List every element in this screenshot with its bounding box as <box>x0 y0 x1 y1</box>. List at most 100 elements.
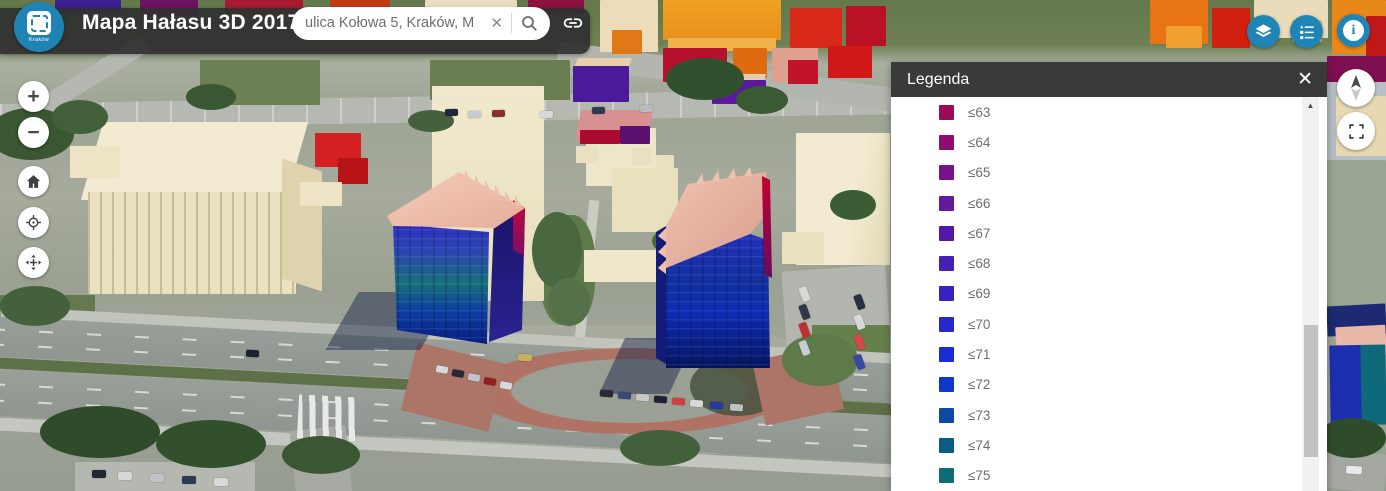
page-title: Mapa Hałasu 3D 2017 <box>82 0 299 46</box>
map-ground <box>297 394 361 441</box>
info-button[interactable]: i <box>1337 14 1370 47</box>
krakow-logo-icon <box>27 11 51 35</box>
search-icon[interactable] <box>512 15 540 32</box>
car <box>600 390 613 398</box>
home-icon <box>25 173 42 190</box>
info-icon: i <box>1343 20 1364 41</box>
legend-item-label: ≤64 <box>968 135 990 150</box>
fullscreen-icon <box>1348 123 1365 140</box>
legend-swatch <box>939 256 954 271</box>
map-building <box>338 158 368 184</box>
legend-item: ≤72 <box>891 370 1302 400</box>
zoom-out-button[interactable]: − <box>18 117 49 148</box>
share-link-icon[interactable] <box>556 11 590 35</box>
car <box>730 404 743 412</box>
map-building <box>1366 16 1386 60</box>
legend-item: ≤68 <box>891 248 1302 278</box>
legend-swatch <box>939 377 954 392</box>
scrollbar-thumb[interactable] <box>1304 325 1318 457</box>
legend-close-icon[interactable]: ✕ <box>1297 70 1313 89</box>
legend-item-label: ≤65 <box>968 165 990 180</box>
legend-swatch <box>939 165 954 180</box>
legend-swatch <box>939 347 954 362</box>
tree <box>156 420 266 468</box>
legend-swatch <box>939 196 954 211</box>
zoom-in-button[interactable]: + <box>18 81 49 112</box>
car <box>636 394 649 402</box>
clear-search-icon[interactable]: ✕ <box>482 14 511 32</box>
tree <box>282 436 360 474</box>
car <box>1346 465 1363 474</box>
car <box>92 470 106 478</box>
car <box>690 400 703 408</box>
krakow-logo: Kraków <box>14 2 64 52</box>
car <box>654 396 667 404</box>
layers-icon <box>1254 22 1273 41</box>
noise-building-right[interactable] <box>654 168 802 374</box>
map-building <box>632 148 651 165</box>
tree <box>52 100 108 134</box>
list-icon <box>1298 23 1316 41</box>
map-ground <box>1329 345 1386 426</box>
search-input[interactable]: ulica Kołowa 5, Kraków, M <box>305 15 482 31</box>
pan-button[interactable] <box>18 247 49 278</box>
map-ground <box>1327 160 1386 310</box>
legend-item: ≤75 <box>891 461 1302 491</box>
legend-item: ≤73 <box>891 400 1302 430</box>
minus-icon: − <box>27 121 39 145</box>
map-building <box>788 60 818 84</box>
car <box>540 111 553 118</box>
legend-swatch <box>939 135 954 150</box>
legend-item: ≤64 <box>891 127 1302 157</box>
map-building <box>790 8 842 48</box>
legend-scrollbar[interactable]: ▲ <box>1302 97 1319 491</box>
map-building <box>88 192 296 294</box>
plus-icon: + <box>27 85 39 109</box>
legend-item-label: ≤75 <box>968 468 990 483</box>
home-button[interactable] <box>18 166 49 197</box>
car <box>618 392 631 400</box>
car <box>150 474 164 482</box>
legend-item-label: ≤71 <box>968 347 990 362</box>
tree <box>736 86 788 114</box>
legend-item: ≤69 <box>891 279 1302 309</box>
map-building <box>282 159 322 292</box>
legend-item: ≤71 <box>891 339 1302 369</box>
legend-swatch <box>939 226 954 241</box>
legend-item: ≤67 <box>891 218 1302 248</box>
car <box>468 111 481 118</box>
legend-item-label: ≤67 <box>968 226 990 241</box>
legend-item-label: ≤63 <box>968 105 990 120</box>
car <box>672 398 685 406</box>
legend-swatch <box>939 317 954 332</box>
map-building <box>1212 8 1250 48</box>
pan-icon <box>25 254 42 271</box>
car <box>492 110 505 117</box>
tree <box>1318 418 1386 458</box>
compass-icon <box>1347 75 1365 101</box>
noise-building-left[interactable] <box>385 168 543 354</box>
map-building <box>576 146 598 163</box>
legend-item-label: ≤74 <box>968 438 990 453</box>
search-box[interactable]: ulica Kołowa 5, Kraków, M ✕ <box>292 7 550 40</box>
map-building <box>580 130 620 144</box>
fullscreen-button[interactable] <box>1337 112 1375 150</box>
tree <box>0 286 70 326</box>
legend-list-button[interactable] <box>1290 15 1323 48</box>
krakow-logo-text: Kraków <box>29 37 49 43</box>
legend-item-label: ≤68 <box>968 256 990 271</box>
scroll-up-icon[interactable]: ▲ <box>1302 97 1319 114</box>
legend-title: Legenda <box>907 71 1297 89</box>
legend-item: ≤70 <box>891 309 1302 339</box>
map-building <box>573 66 629 102</box>
legend-swatch <box>939 286 954 301</box>
layers-button[interactable] <box>1247 15 1280 48</box>
locate-button[interactable] <box>18 207 49 238</box>
legend-item-label: ≤73 <box>968 408 990 423</box>
map-building <box>620 126 650 144</box>
tree <box>548 278 590 326</box>
map-building <box>612 30 642 54</box>
compass-button[interactable] <box>1337 69 1375 107</box>
tree <box>830 190 876 220</box>
legend-item: ≤66 <box>891 188 1302 218</box>
